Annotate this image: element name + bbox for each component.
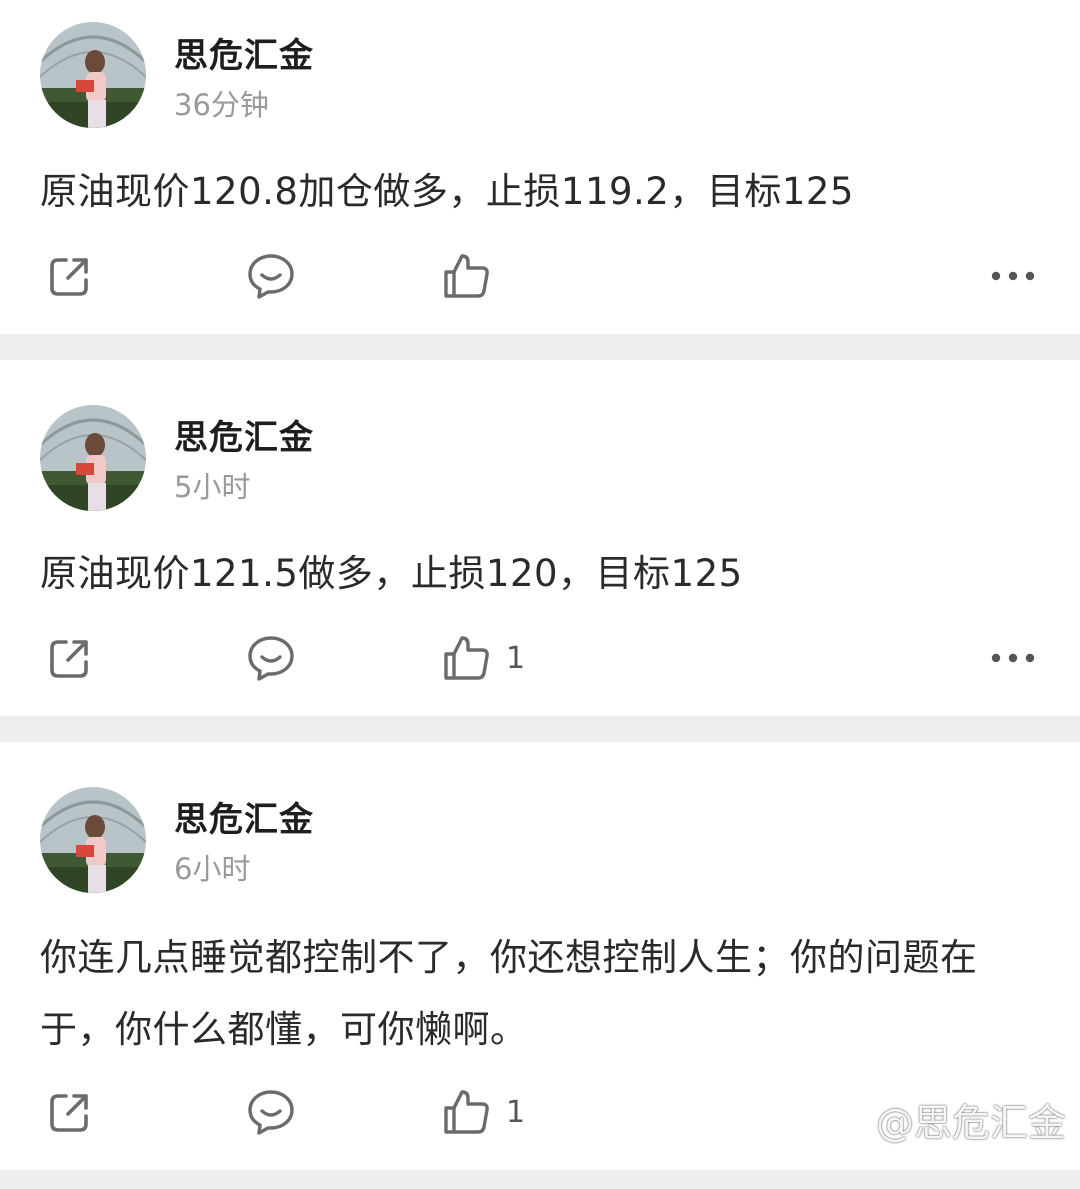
comment-button[interactable]	[246, 1082, 296, 1142]
post-time: 5小时	[174, 470, 251, 504]
more-button[interactable]	[990, 628, 1036, 688]
post-time: 36分钟	[174, 88, 269, 122]
like-button[interactable]	[442, 246, 506, 306]
author-name[interactable]: 思危汇金	[174, 28, 314, 77]
more-button[interactable]	[990, 246, 1036, 306]
thumbs-up-icon	[444, 254, 489, 298]
post-content: 原油现价120.8加仓做多，止损119.2，目标125	[40, 170, 854, 213]
avatar[interactable]	[40, 405, 146, 511]
post-time: 6小时	[174, 852, 251, 886]
author-name[interactable]: 思危汇金	[174, 410, 314, 459]
like-button[interactable]: 1	[442, 1082, 525, 1142]
thumbs-up-icon	[444, 1090, 489, 1134]
action-bar: 1	[0, 628, 1080, 688]
comment-button[interactable]	[246, 246, 296, 306]
comment-button[interactable]	[246, 628, 296, 688]
share-button[interactable]	[46, 246, 94, 306]
comment-icon	[248, 636, 294, 681]
post-content: 原油现价121.5做多，止损120，目标125	[40, 552, 743, 595]
share-button[interactable]	[46, 1082, 94, 1142]
like-count: 1	[506, 1094, 526, 1130]
comment-icon	[248, 1090, 294, 1135]
author-name[interactable]: 思危汇金	[174, 792, 314, 841]
watermark: @思危汇金	[875, 1101, 1066, 1145]
post-card: 思危汇金 36分钟 原油现价120.8加仓做多，止损119.2，目标125	[0, 0, 1080, 334]
comment-icon	[248, 254, 294, 299]
feed: 思危汇金 36分钟 原油现价120.8加仓做多，止损119.2，目标125 思危…	[0, 0, 1080, 1189]
share-button[interactable]	[46, 628, 94, 688]
post-content: 你连几点睡觉都控制不了，你还想控制人生；你的问题在于，你什么都懂，可你懒啊。	[40, 936, 978, 1051]
more-icon	[991, 653, 1035, 663]
like-button[interactable]: 1	[442, 628, 525, 688]
post-card: 思危汇金 5小时 原油现价121.5做多，止损120，目标125 1	[0, 360, 1080, 716]
action-bar	[0, 246, 1080, 306]
like-count: 1	[506, 640, 526, 676]
share-icon	[50, 640, 88, 678]
avatar[interactable]	[40, 22, 146, 128]
more-icon	[991, 271, 1035, 281]
share-icon	[50, 258, 88, 296]
share-icon	[50, 1094, 88, 1132]
avatar[interactable]	[40, 787, 146, 893]
thumbs-up-icon	[444, 636, 489, 680]
